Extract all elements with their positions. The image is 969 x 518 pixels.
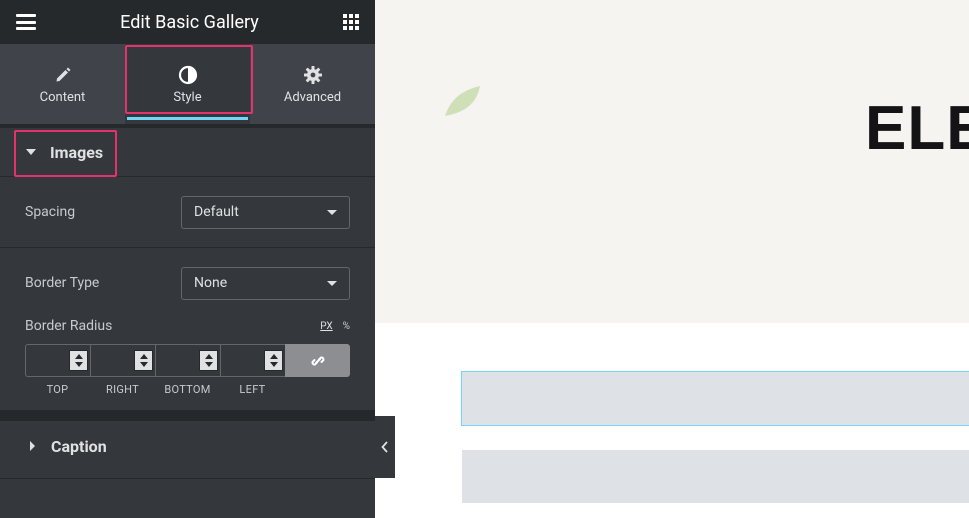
widgets-grid-icon[interactable]: [342, 14, 359, 30]
hero-section: ELEI: [375, 0, 969, 323]
stepper-icon[interactable]: [199, 350, 218, 371]
unit-percent[interactable]: %: [343, 321, 350, 332]
chevron-down-icon: [327, 209, 337, 215]
dim-label-left: LEFT: [239, 383, 266, 396]
tab-style[interactable]: Style: [125, 44, 250, 124]
contrast-icon: [178, 64, 198, 86]
caret-down-icon: [26, 149, 36, 155]
radius-bottom-input[interactable]: [155, 344, 220, 377]
dimension-labels: TOP RIGHT BOTTOM LEFT: [25, 383, 350, 396]
border-type-label: Border Type: [25, 275, 100, 291]
unit-px[interactable]: PX: [320, 321, 332, 332]
leaf-image: [445, 86, 480, 116]
link-values-button[interactable]: [285, 344, 350, 377]
section-caption-toggle[interactable]: Caption: [0, 421, 375, 471]
tab-content[interactable]: Content: [0, 44, 125, 124]
caret-right-icon: [30, 441, 35, 451]
spacing-control: Spacing Default: [0, 177, 375, 247]
section-caption-label: Caption: [51, 436, 107, 456]
radius-right-input[interactable]: [90, 344, 155, 377]
gallery-placeholder[interactable]: [462, 450, 969, 503]
tab-advanced-label: Advanced: [283, 89, 342, 105]
spacing-value: Default: [194, 204, 239, 220]
tab-advanced[interactable]: Advanced: [250, 44, 375, 124]
page-preview: ELEI: [375, 0, 969, 518]
pencil-icon: [54, 64, 72, 86]
section-images-label: Images: [50, 142, 104, 162]
divider: [0, 410, 375, 421]
spacing-select[interactable]: Default: [181, 195, 350, 229]
link-icon: [310, 355, 325, 366]
border-radius-dimensions: [25, 344, 350, 377]
border-type-control: Border Type None: [0, 248, 375, 316]
section-images-toggle[interactable]: Images: [0, 128, 375, 177]
tab-content-label: Content: [39, 89, 86, 105]
panel-tabs: Content Style Advanced: [0, 44, 375, 124]
stepper-icon[interactable]: [264, 350, 283, 371]
menu-icon[interactable]: [16, 14, 36, 30]
border-type-value: None: [194, 275, 228, 291]
border-radius-header: Border Radius PX %: [0, 316, 375, 336]
chevron-left-icon: [381, 441, 388, 453]
hero-title: ELEI: [865, 94, 969, 163]
gallery-placeholder-selected[interactable]: [461, 371, 969, 426]
panel-title: Edit Basic Gallery: [120, 11, 259, 33]
stepper-icon[interactable]: [69, 350, 88, 371]
unit-switcher: PX %: [320, 321, 350, 332]
panel-footer-area: [0, 478, 375, 518]
panel-header: Edit Basic Gallery: [0, 0, 375, 44]
border-type-select[interactable]: None: [181, 266, 350, 300]
radius-left-input[interactable]: [220, 344, 285, 377]
gear-icon: [303, 64, 323, 86]
dim-label-top: TOP: [46, 383, 69, 396]
chevron-down-icon: [327, 280, 337, 286]
tab-style-label: Style: [173, 89, 202, 105]
stepper-icon[interactable]: [134, 350, 153, 371]
radius-top-input[interactable]: [25, 344, 90, 377]
collapse-panel-button[interactable]: [375, 416, 395, 478]
border-radius-label: Border Radius: [25, 318, 113, 334]
dim-label-bottom: BOTTOM: [164, 383, 211, 396]
editor-panel: Edit Basic Gallery Content Style Advance…: [0, 0, 375, 518]
dim-label-right: RIGHT: [105, 383, 140, 396]
spacing-label: Spacing: [25, 204, 76, 220]
